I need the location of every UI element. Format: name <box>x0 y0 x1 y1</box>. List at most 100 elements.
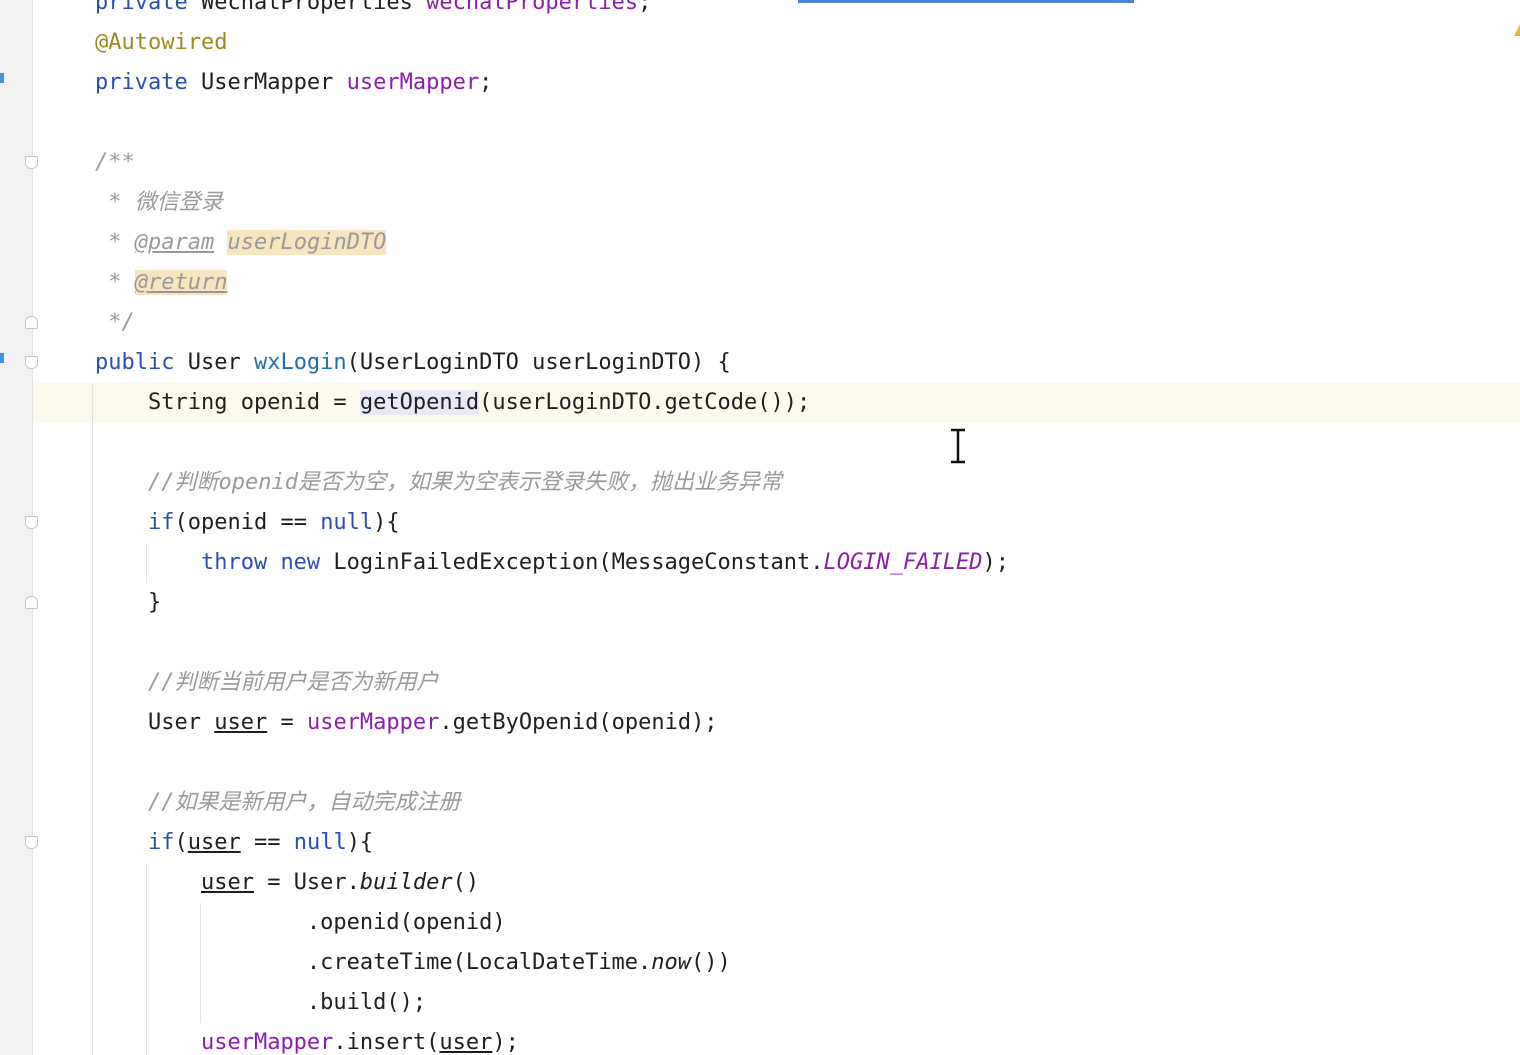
code-line[interactable]: .build(); <box>95 983 426 1023</box>
code-token: () <box>452 870 480 895</box>
code-token: ; <box>638 0 652 15</box>
code-token: /** <box>95 150 135 175</box>
code-line[interactable]: throw new LoginFailedException(MessageCo… <box>95 543 1009 583</box>
code-line[interactable]: User user = userMapper.getByOpenid(openi… <box>95 703 718 743</box>
code-line[interactable]: private UserMapper userMapper; <box>95 63 492 103</box>
code-line[interactable]: if(user == null){ <box>95 823 373 863</box>
gutter-change-marker <box>0 353 4 363</box>
code-token: public <box>95 350 188 375</box>
text-cursor-icon <box>951 428 965 464</box>
code-line[interactable]: //判断openid是否为空，如果为空表示登录失败，抛出业务异常 <box>95 463 782 503</box>
code-token: @return <box>134 270 228 295</box>
code-token: userMapper <box>200 1030 334 1055</box>
code-line[interactable]: * 微信登录 <box>95 183 223 223</box>
code-token: WechatProperties <box>200 0 427 15</box>
code-token: UserMapper <box>200 70 347 95</box>
code-token: = User. <box>253 870 360 895</box>
code-token: ()) <box>691 950 731 975</box>
code-token: userLoginDTO <box>227 230 387 255</box>
code-line[interactable]: */ <box>95 303 135 343</box>
code-line[interactable]: //判断当前用户是否为新用户 <box>95 663 439 703</box>
code-token: now <box>651 950 692 975</box>
indent-guide <box>92 383 93 1055</box>
code-line[interactable]: public User wxLogin(UserLoginDTO userLog… <box>95 343 731 383</box>
code-line[interactable]: .openid(openid) <box>95 903 506 943</box>
code-token: user <box>187 830 241 855</box>
code-token: ( <box>174 830 188 855</box>
code-line[interactable]: user = User.builder() <box>95 863 479 903</box>
code-line[interactable]: .createTime(LocalDateTime.now()) <box>95 943 731 983</box>
code-token: user <box>439 1030 493 1055</box>
code-token: ; <box>479 70 493 95</box>
warning-marker-icon[interactable] <box>1514 24 1520 36</box>
code-token: private <box>95 0 201 15</box>
code-token: throw new <box>200 550 334 575</box>
code-line[interactable]: private WechatProperties wechatPropertie… <box>95 0 651 23</box>
code-token: @param <box>134 230 215 255</box>
code-token: ); <box>982 550 1009 575</box>
code-token: User <box>187 350 254 375</box>
code-token: */ <box>95 310 135 335</box>
code-token: } <box>95 590 162 615</box>
code-token: null <box>293 830 347 855</box>
code-token: userMapper <box>306 710 440 735</box>
code-token: if <box>147 510 175 535</box>
fold-marker-icon[interactable] <box>25 356 38 369</box>
fold-marker-icon[interactable] <box>25 316 38 329</box>
code-line[interactable]: /** <box>95 143 135 183</box>
code-token: User <box>95 710 215 735</box>
code-line[interactable]: @Autowired <box>95 23 227 63</box>
fold-marker-icon[interactable] <box>25 596 38 609</box>
code-token: .build(); <box>95 990 427 1015</box>
code-line[interactable]: //如果是新用户，自动完成注册 <box>95 783 461 823</box>
code-line[interactable]: userMapper.insert(user); <box>95 1023 519 1055</box>
code-token: null <box>320 510 374 535</box>
code-token: == <box>240 830 294 855</box>
code-token: = <box>267 710 307 735</box>
code-token: .getByOpenid(openid); <box>439 710 718 735</box>
code-line[interactable]: * @return <box>95 263 228 303</box>
code-token: @Autowired <box>95 30 228 55</box>
code-token: user <box>200 870 254 895</box>
code-token: * <box>95 230 135 255</box>
code-token: .openid(openid) <box>95 910 506 935</box>
code-token: ); <box>492 1030 519 1055</box>
code-token: LoginFailedException(MessageConstant. <box>333 550 824 575</box>
fold-marker-icon[interactable] <box>25 516 38 529</box>
code-token: * 微信登录 <box>95 190 223 215</box>
gutter-change-marker <box>0 73 4 83</box>
code-line[interactable]: String openid = getOpenid(userLoginDTO.g… <box>95 383 810 423</box>
code-token: (UserLoginDTO userLoginDTO) { <box>346 350 731 375</box>
code-token: user <box>214 710 268 735</box>
code-token: wxLogin <box>253 350 347 375</box>
code-token: //如果是新用户，自动完成注册 <box>95 790 461 815</box>
fold-marker-icon[interactable] <box>25 836 38 849</box>
code-token: private <box>95 70 201 95</box>
code-line[interactable]: if(openid == null){ <box>95 503 400 543</box>
code-token: (userLoginDTO.getCode()); <box>479 390 811 415</box>
fold-marker-icon[interactable] <box>25 156 38 169</box>
code-token: LOGIN_FAILED <box>823 550 983 575</box>
code-line[interactable]: } <box>95 583 161 623</box>
code-token: wechatProperties <box>426 0 639 15</box>
code-token: ){ <box>346 830 374 855</box>
code-token: .insert( <box>333 1030 440 1055</box>
code-token: (openid == <box>174 510 321 535</box>
code-token: getOpenid <box>359 390 480 415</box>
code-token: ){ <box>373 510 400 535</box>
code-editor[interactable]: private WechatProperties wechatPropertie… <box>0 0 1520 1055</box>
editor-gutter[interactable] <box>0 0 38 1055</box>
code-token: .createTime(LocalDateTime. <box>95 950 652 975</box>
code-token: //判断当前用户是否为新用户 <box>95 670 439 695</box>
code-token: String openid = <box>95 390 360 415</box>
code-line[interactable]: * @param userLoginDTO <box>95 223 387 263</box>
code-token: builder <box>359 870 453 895</box>
active-tab-indicator <box>798 0 1134 3</box>
code-token: * <box>95 270 135 295</box>
